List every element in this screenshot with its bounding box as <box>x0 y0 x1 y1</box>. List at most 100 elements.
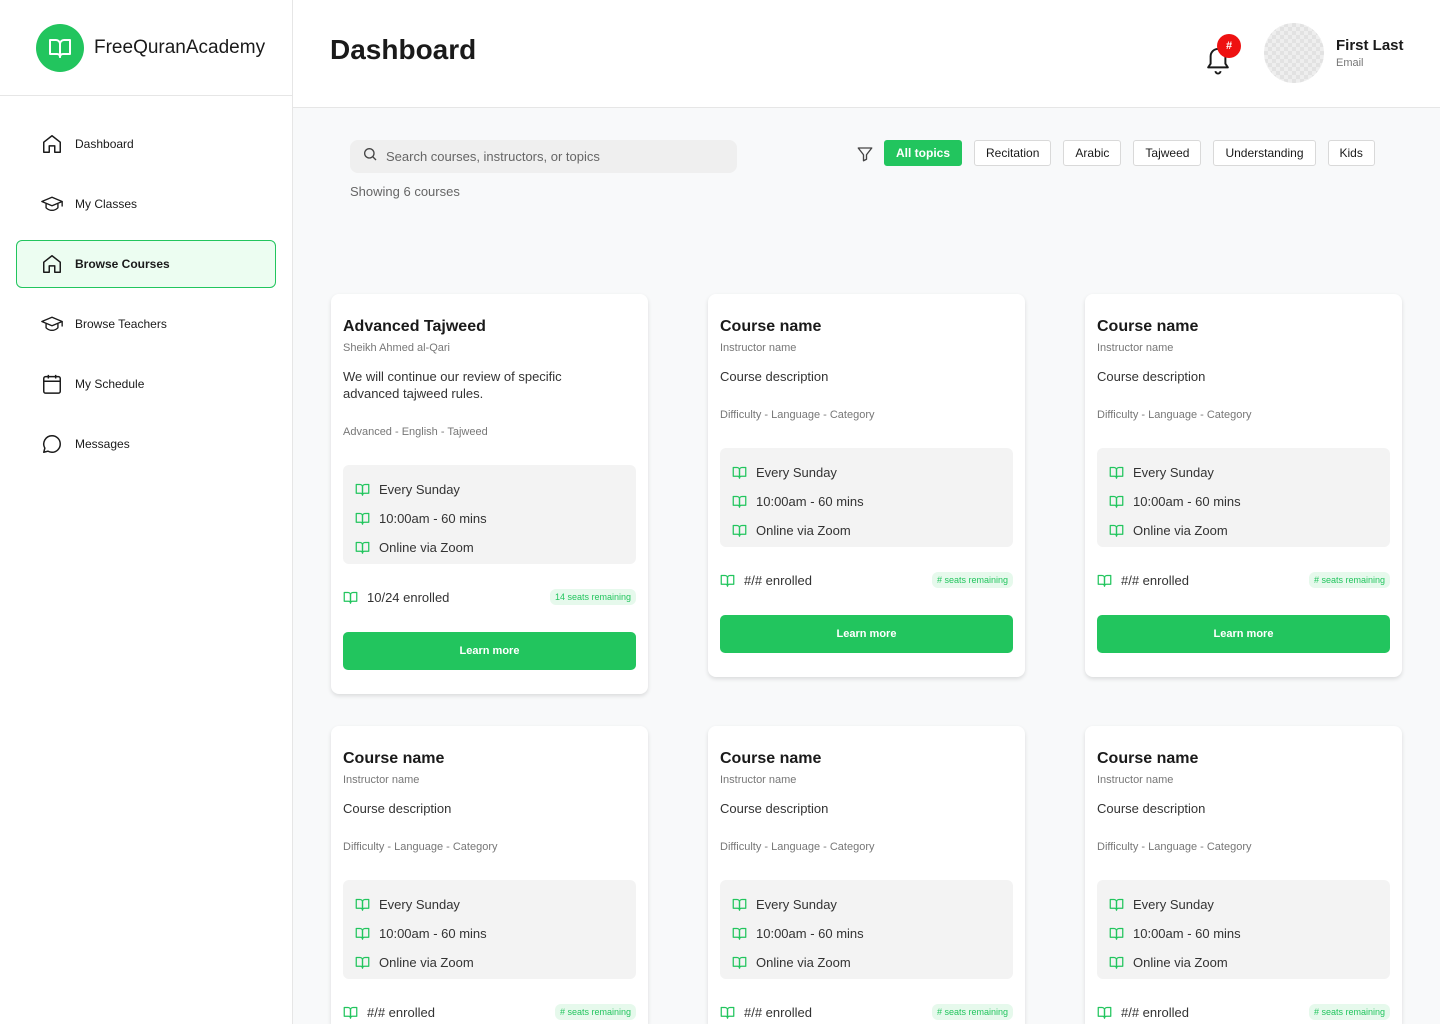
schedule-time: 10:00am - 60 mins <box>1133 494 1241 509</box>
enrolled-count: #/# enrolled <box>1121 1004 1189 1020</box>
brand-name: FreeQuranAcademy <box>94 36 266 58</box>
graduation-cap-icon <box>41 313 63 335</box>
topic-filter-chips: All topics Recitation Arabic Tajweed Und… <box>884 140 1375 166</box>
avatar[interactable] <box>1264 23 1324 83</box>
schedule-location-row: Online via Zoom <box>343 533 636 562</box>
search-input[interactable] <box>386 149 726 164</box>
book-icon <box>732 898 747 911</box>
seats-remaining-badge: 14 seats remaining <box>549 589 636 605</box>
schedule-location-row: Online via Zoom <box>343 948 636 977</box>
course-title: Advanced Tajweed <box>343 318 486 335</box>
calendar-icon <box>41 373 63 395</box>
course-instructor: Instructor name <box>720 774 797 786</box>
schedule-location: Online via Zoom <box>1133 955 1228 970</box>
filter-icon[interactable] <box>856 145 874 163</box>
course-schedule: Every Sunday 10:00am - 60 mins Online vi… <box>343 880 636 979</box>
enrolled-count: #/# enrolled <box>744 1004 812 1020</box>
course-tags: Difficulty - Language - Category <box>720 841 875 853</box>
book-icon <box>1109 956 1124 969</box>
book-icon <box>1109 927 1124 940</box>
book-icon <box>732 495 747 508</box>
sidebar-item-messages[interactable]: Messages <box>16 420 276 468</box>
sidebar-item-dashboard[interactable]: Dashboard <box>16 120 276 168</box>
sidebar-item-label: Browse Courses <box>75 257 170 271</box>
chip-arabic[interactable]: Arabic <box>1063 140 1122 166</box>
book-icon <box>732 956 747 969</box>
course-instructor: Instructor name <box>720 342 797 354</box>
enrolled-count: #/# enrolled <box>1121 572 1189 588</box>
book-icon <box>355 927 370 940</box>
sidebar-item-label: Dashboard <box>75 137 134 151</box>
schedule-day: Every Sunday <box>379 482 460 497</box>
book-logo-icon <box>36 23 84 72</box>
course-schedule: Every Sunday 10:00am - 60 mins Online vi… <box>720 448 1013 547</box>
schedule-time-row: 10:00am - 60 mins <box>343 504 636 533</box>
book-icon <box>1097 574 1112 587</box>
search-box[interactable] <box>350 140 737 173</box>
enrollment-row: 10/24 enrolled 14 seats remaining <box>343 587 636 607</box>
course-tags: Advanced - English - Tajweed <box>343 426 488 438</box>
chip-understanding[interactable]: Understanding <box>1213 140 1316 166</box>
learn-more-button[interactable]: Learn more <box>720 615 1013 653</box>
course-tags: Difficulty - Language - Category <box>1097 409 1252 421</box>
book-icon <box>1097 1006 1112 1019</box>
seats-remaining-badge: # seats remaining <box>931 1004 1013 1020</box>
course-card: Course name Instructor name Course descr… <box>1085 726 1402 1024</box>
home-icon <box>41 133 63 155</box>
schedule-time: 10:00am - 60 mins <box>756 494 864 509</box>
schedule-location: Online via Zoom <box>379 540 474 555</box>
course-instructor: Sheikh Ahmed al-Qari <box>343 342 450 354</box>
course-instructor: Instructor name <box>1097 342 1174 354</box>
course-title: Course name <box>1097 318 1199 335</box>
enrolled-count: 10/24 enrolled <box>367 589 450 605</box>
brand[interactable]: FreeQuranAcademy <box>0 0 292 96</box>
schedule-location-row: Online via Zoom <box>720 948 1013 977</box>
sidebar-item-my-schedule[interactable]: My Schedule <box>16 360 276 408</box>
schedule-time-row: 10:00am - 60 mins <box>1097 919 1390 948</box>
book-icon <box>1109 524 1124 537</box>
course-schedule: Every Sunday 10:00am - 60 mins Online vi… <box>1097 880 1390 979</box>
learn-more-button[interactable]: Learn more <box>1097 615 1390 653</box>
schedule-location: Online via Zoom <box>1133 523 1228 538</box>
sidebar-item-my-classes[interactable]: My Classes <box>16 180 276 228</box>
chip-all-topics[interactable]: All topics <box>884 140 963 166</box>
seats-remaining-badge: # seats remaining <box>931 572 1013 588</box>
schedule-day: Every Sunday <box>756 465 837 480</box>
book-icon <box>343 1006 358 1019</box>
course-card: Course name Instructor name Course descr… <box>708 726 1025 1024</box>
sidebar-item-label: My Schedule <box>75 377 145 391</box>
course-schedule: Every Sunday 10:00am - 60 mins Online vi… <box>343 465 636 564</box>
chip-recitation[interactable]: Recitation <box>974 140 1052 166</box>
schedule-location: Online via Zoom <box>756 523 851 538</box>
schedule-time: 10:00am - 60 mins <box>379 926 487 941</box>
home-icon <box>41 253 63 275</box>
enrollment-row: #/# enrolled # seats remaining <box>720 1002 1013 1022</box>
schedule-time-row: 10:00am - 60 mins <box>343 919 636 948</box>
schedule-day-row: Every Sunday <box>720 458 1013 487</box>
sidebar-item-label: My Classes <box>75 197 138 211</box>
course-card: Course name Instructor name Course descr… <box>331 726 648 1024</box>
book-icon <box>355 541 370 554</box>
top-header: Dashboard # First Last Email <box>293 0 1440 108</box>
enrollment-row: #/# enrolled # seats remaining <box>343 1002 636 1022</box>
course-card: Course name Instructor name Course descr… <box>1085 294 1402 677</box>
chip-tajweed[interactable]: Tajweed <box>1133 140 1202 166</box>
enrollment-row: #/# enrolled # seats remaining <box>1097 570 1390 590</box>
sidebar-item-browse-teachers[interactable]: Browse Teachers <box>16 300 276 348</box>
schedule-day-row: Every Sunday <box>343 890 636 919</box>
book-icon <box>1109 495 1124 508</box>
book-icon <box>1109 466 1124 479</box>
chip-kids[interactable]: Kids <box>1327 140 1375 166</box>
results-count: Showing 6 courses <box>350 184 460 199</box>
course-tags: Difficulty - Language - Category <box>720 409 875 421</box>
sidebar-item-label: Messages <box>75 437 130 451</box>
schedule-time: 10:00am - 60 mins <box>756 926 864 941</box>
book-icon <box>355 898 370 911</box>
learn-more-button[interactable]: Learn more <box>343 632 636 670</box>
sidebar-item-browse-courses[interactable]: Browse Courses <box>16 240 276 288</box>
course-card: Course name Instructor name Course descr… <box>708 294 1025 677</box>
book-icon <box>1109 898 1124 911</box>
course-instructor: Instructor name <box>1097 774 1174 786</box>
sidebar-nav: Dashboard My Classes Browse Courses Brow… <box>0 96 292 468</box>
user-name[interactable]: First Last <box>1336 37 1404 54</box>
